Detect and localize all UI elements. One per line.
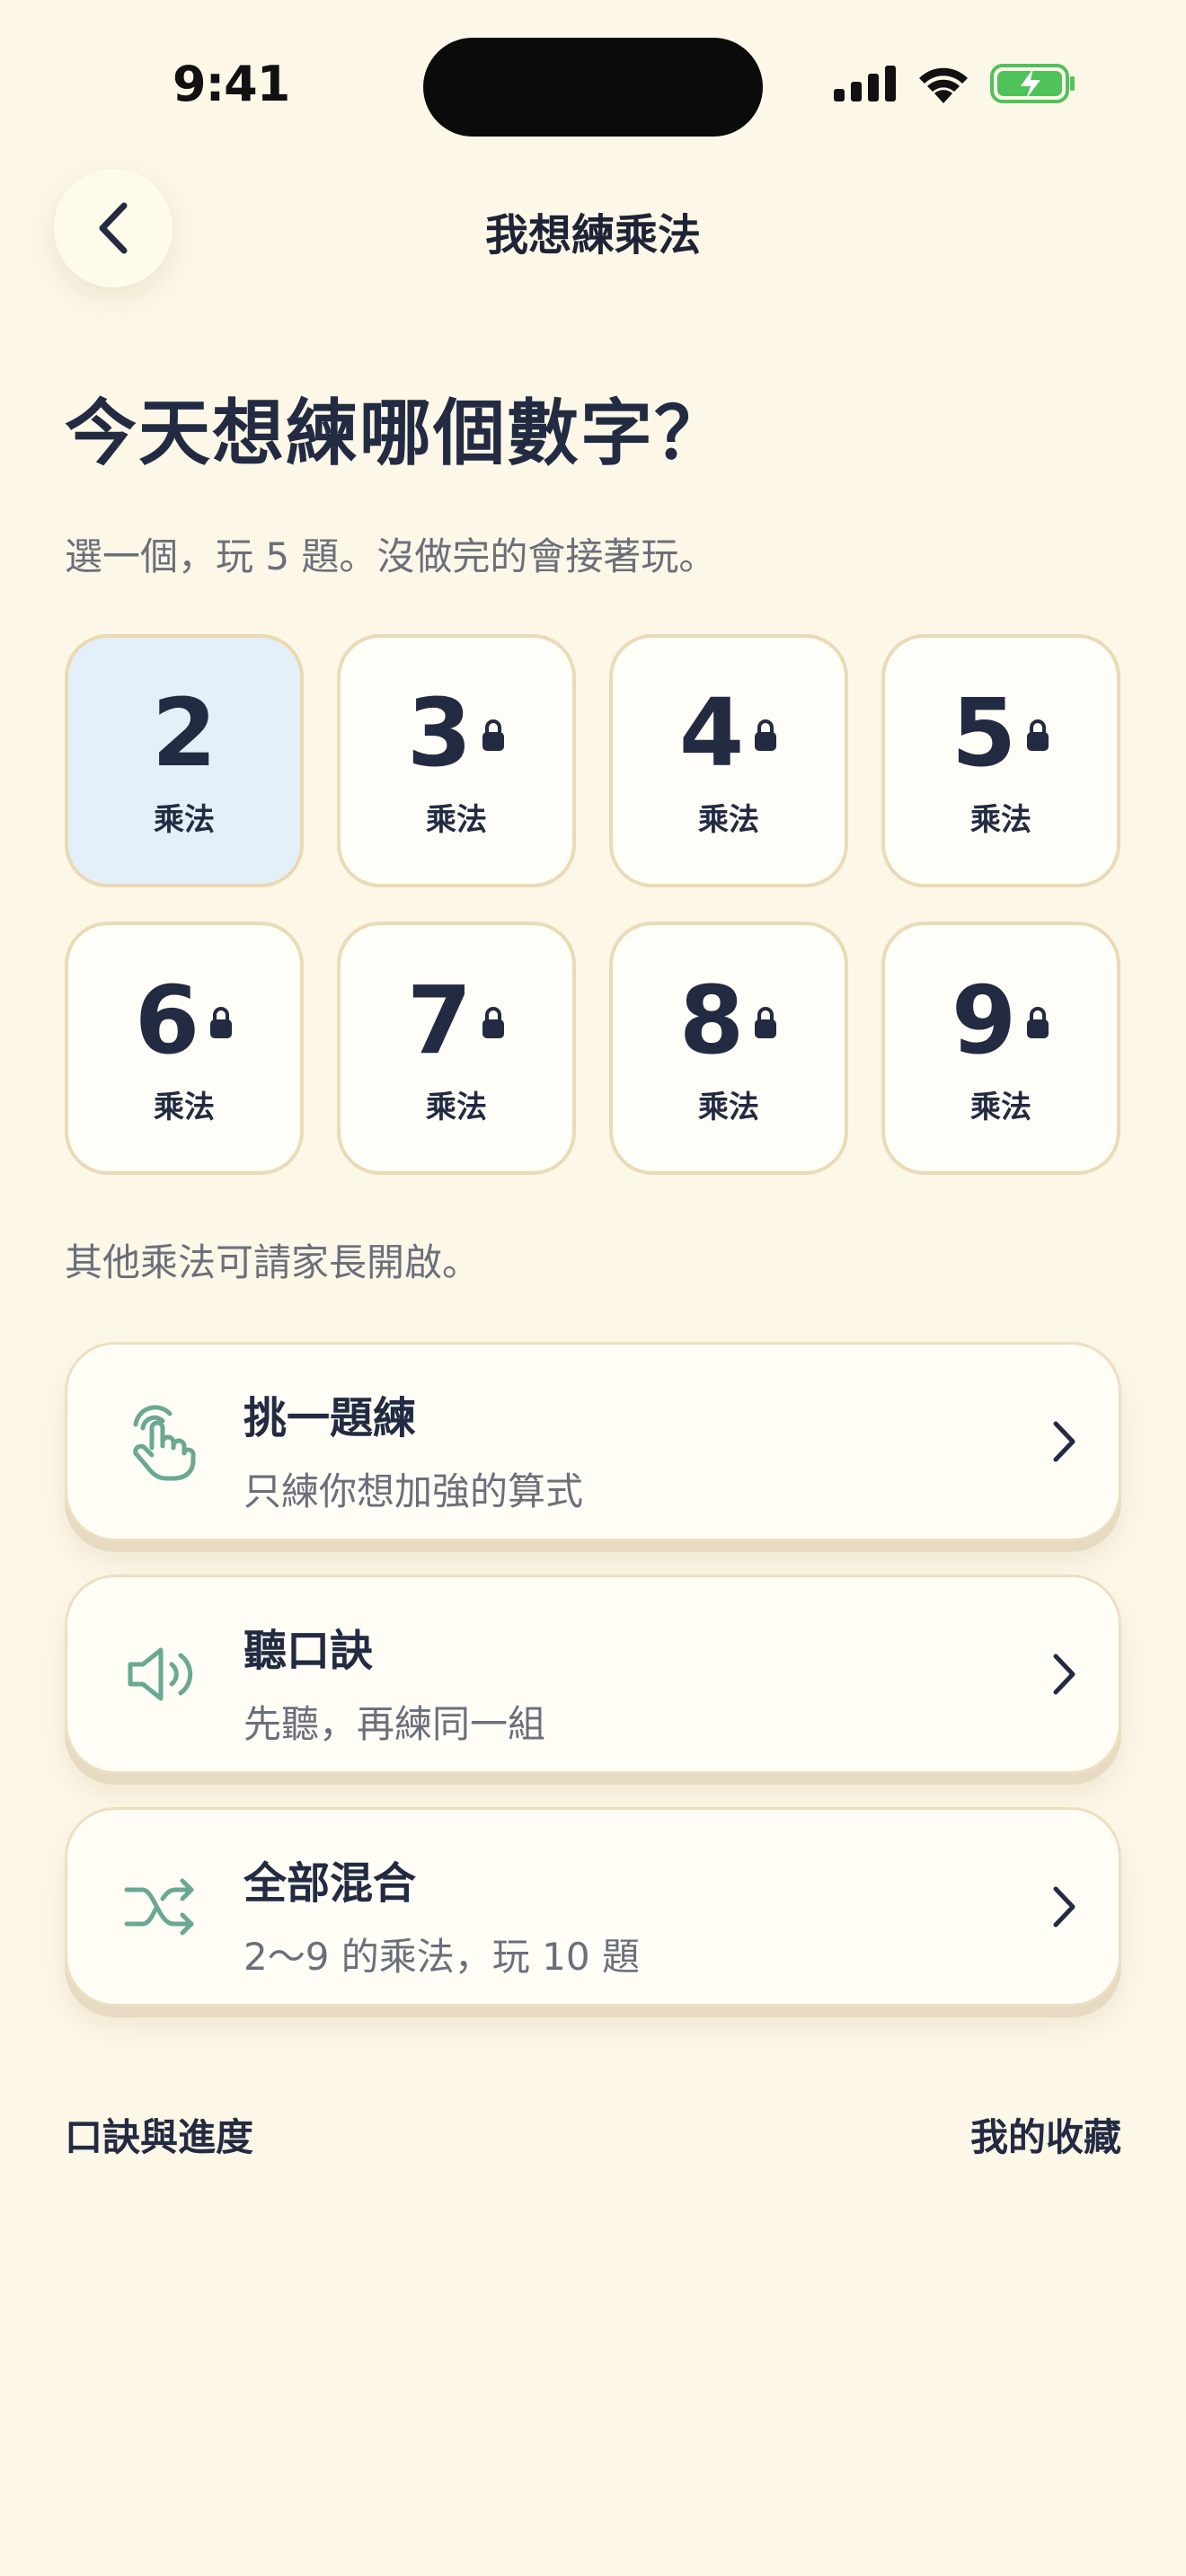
card-title: 聽口訣 bbox=[243, 1626, 374, 1676]
table-tile-8[interactable]: 8 乘法 bbox=[609, 922, 848, 1175]
table-tile-4[interactable]: 4 乘法 bbox=[609, 634, 848, 887]
mnemonics-progress-link[interactable]: 口訣與進度 bbox=[65, 2107, 253, 2162]
tap-hand-icon bbox=[118, 1398, 204, 1485]
mix-all-card[interactable]: 全部混合 2～9 的乘法，玩 10 題 bbox=[65, 1807, 1121, 2007]
tile-number: 5 bbox=[951, 677, 1017, 788]
speaker-icon bbox=[118, 1631, 204, 1717]
page-title: 我想練乘法 bbox=[484, 210, 701, 260]
listen-mnemonic-card[interactable]: 聽口訣 先聽，再練同一組 bbox=[65, 1575, 1121, 1774]
card-subtitle: 先聽，再練同一組 bbox=[243, 1702, 546, 1746]
tile-number: 6 bbox=[134, 965, 200, 1075]
lock-icon bbox=[755, 719, 777, 751]
tile-label: 乘法 bbox=[970, 1089, 1031, 1125]
table-tile-5[interactable]: 5 乘法 bbox=[881, 634, 1120, 887]
table-tile-6[interactable]: 6 乘法 bbox=[65, 922, 304, 1175]
parent-unlock-note: 其他乘法可請家長開啟。 bbox=[65, 1240, 481, 1284]
tile-number: 3 bbox=[406, 677, 473, 788]
shuffle-icon bbox=[118, 1864, 204, 1950]
instructions-text: 選一個，玩 5 題。沒做完的會接著玩。 bbox=[65, 534, 717, 578]
lock-icon bbox=[210, 1006, 233, 1038]
chevron-right-icon bbox=[1053, 1654, 1075, 1695]
lock-icon bbox=[482, 1006, 505, 1038]
headline: 今天想練哪個數字？ bbox=[65, 392, 728, 475]
table-tile-2[interactable]: 2 乘法 bbox=[65, 634, 304, 887]
table-tile-7[interactable]: 7 乘法 bbox=[337, 922, 576, 1175]
tile-number: 2 bbox=[151, 677, 217, 788]
card-title: 全部混合 bbox=[243, 1858, 417, 1909]
tile-label: 乘法 bbox=[698, 801, 759, 838]
chevron-right-icon bbox=[1053, 1421, 1075, 1462]
tile-number: 9 bbox=[951, 965, 1017, 1075]
tile-label: 乘法 bbox=[698, 1089, 759, 1125]
tile-label: 乘法 bbox=[154, 801, 215, 838]
cellular-signal-icon bbox=[834, 66, 896, 101]
tile-label: 乘法 bbox=[426, 801, 487, 838]
screen: 9:41 我想練乘法 今天想練哪個數字？ 選一個，玩 5 題。沒做完的會接著玩。 bbox=[0, 0, 1186, 2576]
dynamic-island bbox=[423, 38, 763, 137]
table-tile-9[interactable]: 9 乘法 bbox=[881, 922, 1120, 1175]
status-time: 9:41 bbox=[173, 56, 290, 112]
tile-number: 8 bbox=[678, 965, 745, 1075]
my-favorites-link[interactable]: 我的收藏 bbox=[970, 2107, 1121, 2162]
card-subtitle: 2～9 的乘法，玩 10 題 bbox=[243, 1935, 640, 1979]
status-icons bbox=[834, 63, 1076, 104]
card-title: 挑一題練 bbox=[243, 1393, 417, 1443]
tile-label: 乘法 bbox=[426, 1089, 487, 1125]
multiplication-table-grid: 2 乘法 3 乘法 4 乘法 5 乘法 6 乘法 7 乘法 8 乘法 9 乘法 bbox=[65, 634, 1121, 1175]
tile-number: 7 bbox=[406, 965, 473, 1075]
lock-icon bbox=[1027, 1006, 1049, 1038]
lock-icon bbox=[1027, 719, 1049, 751]
wifi-icon bbox=[919, 67, 968, 103]
tile-label: 乘法 bbox=[154, 1089, 215, 1125]
lock-icon bbox=[755, 1006, 777, 1038]
card-subtitle: 只練你想加強的算式 bbox=[243, 1469, 584, 1513]
battery-charging-icon bbox=[990, 64, 1075, 103]
tile-number: 4 bbox=[678, 677, 745, 788]
pick-question-card[interactable]: 挑一題練 只練你想加強的算式 bbox=[65, 1342, 1121, 1541]
chevron-right-icon bbox=[1053, 1886, 1075, 1928]
table-tile-3[interactable]: 3 乘法 bbox=[337, 634, 576, 887]
tile-label: 乘法 bbox=[970, 801, 1031, 838]
lock-icon bbox=[482, 719, 505, 751]
